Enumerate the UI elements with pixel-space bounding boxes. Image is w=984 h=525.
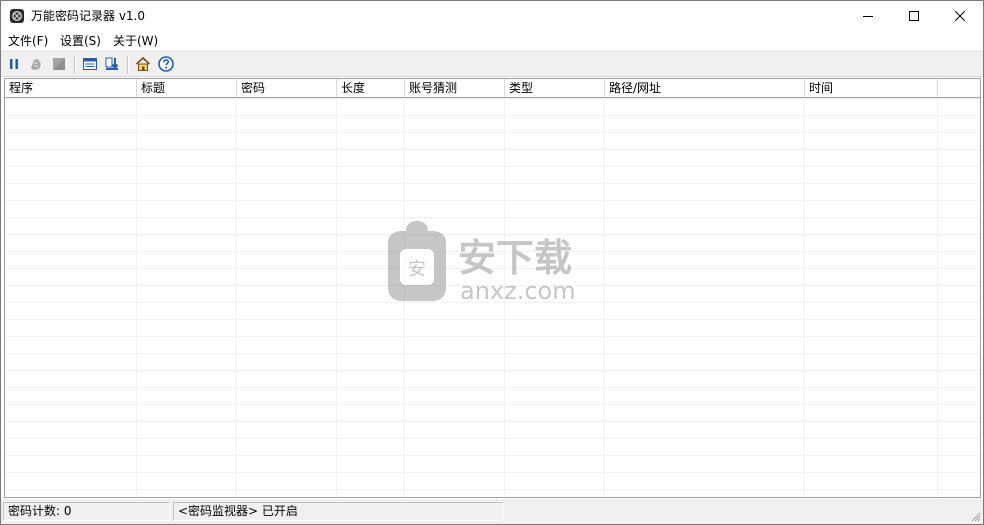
main-window: 万能密码记录器 v1.0 文件(F) 设置(S) 关于(W) 程序 标题 密码 … [0,0,984,525]
watermark: 安 安下载 anxz.com [384,221,604,305]
help-icon [158,55,174,75]
minimize-icon [863,11,873,21]
stop-icon [51,56,67,75]
toolbar-separator [127,56,129,74]
clear-icon [28,56,44,75]
column-header-length[interactable]: 长度 [337,79,405,97]
minimize-button[interactable] [845,1,891,31]
title-bar[interactable]: 万能密码记录器 v1.0 [1,1,983,31]
pause-button[interactable] [4,55,24,75]
grid-line [136,98,137,497]
menu-settings[interactable]: 设置(S) [59,33,102,49]
column-header-account-guess[interactable]: 账号猜测 [405,79,505,97]
help-button[interactable] [156,55,176,75]
pause-icon [7,57,21,74]
column-header-password[interactable]: 密码 [237,79,337,97]
monitor-status: <密码监视器> 已开启 [173,502,503,521]
close-icon [955,11,965,21]
grid-line [604,98,605,497]
menu-file[interactable]: 文件(F) [7,33,49,49]
password-count: 密码计数: 0 [3,502,170,521]
column-header-title[interactable]: 标题 [137,79,237,97]
grid-line [236,98,237,497]
export-icon [104,56,120,75]
stop-button[interactable] [49,55,69,75]
home-button[interactable] [133,55,153,75]
toolbar-separator [74,56,76,74]
column-header-path-url[interactable]: 路径/网址 [605,79,805,97]
app-icon [9,8,25,24]
resize-grip-icon[interactable] [969,510,981,522]
maximize-icon [909,11,919,21]
maximize-button[interactable] [891,1,937,31]
home-icon [135,56,151,75]
close-button[interactable] [937,1,983,31]
list-view-button[interactable] [80,55,100,75]
column-header-time[interactable]: 时间 [805,79,938,97]
menu-bar: 文件(F) 设置(S) 关于(W) [1,31,983,51]
export-button[interactable] [102,55,122,75]
column-header-type[interactable]: 类型 [505,79,605,97]
watermark-en: anxz.com [460,277,576,303]
grid-line [937,98,938,497]
list-view-icon [82,56,98,75]
status-bar: 密码计数: 0 <密码监视器> 已开启 [1,499,983,524]
list-header: 程序 标题 密码 长度 账号猜测 类型 路径/网址 时间 [5,79,980,98]
column-header-program[interactable]: 程序 [5,79,137,97]
grid-line [804,98,805,497]
grid-line [336,98,337,497]
window-title: 万能密码记录器 v1.0 [31,9,146,23]
menu-about[interactable]: 关于(W) [112,33,159,49]
svg-text:安: 安 [408,259,426,280]
toolbar [1,51,983,77]
clear-button[interactable] [26,55,46,75]
watermark-cn: 安下载 [458,236,572,280]
